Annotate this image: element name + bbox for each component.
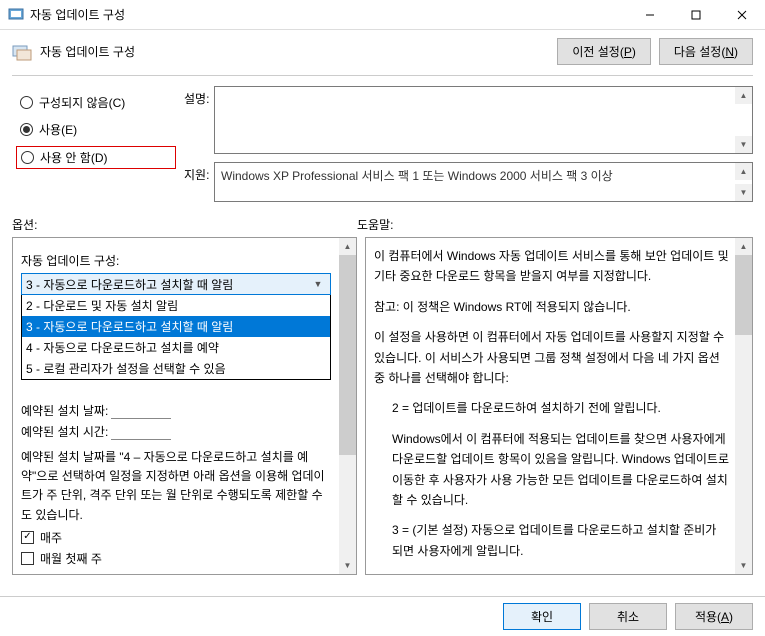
combo-option[interactable]: 2 - 다운로드 및 자동 설치 알림 bbox=[22, 295, 330, 316]
policy-icon bbox=[12, 43, 32, 61]
scroll-up-icon[interactable]: ▲ bbox=[339, 238, 356, 255]
policy-title: 자동 업데이트 구성 bbox=[40, 43, 549, 60]
radio-not-configured[interactable]: 구성되지 않음(C) bbox=[16, 92, 176, 113]
cancel-button[interactable]: 취소 bbox=[589, 603, 667, 630]
options-paragraph: 예약된 설치 날짜를 "4 – 자동으로 다운로드하고 설치를 예약"으로 선택… bbox=[21, 448, 331, 525]
chevron-down-icon: ▼ bbox=[310, 279, 326, 289]
radio-disabled[interactable]: 사용 안 함(D) bbox=[16, 146, 176, 169]
maximize-button[interactable] bbox=[673, 0, 719, 30]
scroll-down-icon[interactable]: ▼ bbox=[735, 557, 752, 574]
separator bbox=[12, 75, 753, 76]
first-week-checkbox-row[interactable]: 매월 첫째 주 bbox=[21, 550, 331, 567]
help-pane: 이 컴퓨터에서 Windows 자동 업데이트 서비스를 통해 보안 업데이트 … bbox=[365, 237, 753, 575]
options-scrollbar[interactable]: ▲ ▼ bbox=[339, 238, 356, 574]
config-combo-list[interactable]: 2 - 다운로드 및 자동 설치 알림 3 - 자동으로 다운로드하고 설치할 … bbox=[21, 295, 331, 380]
next-setting-button[interactable]: 다음 설정(N) bbox=[659, 38, 753, 65]
combo-option[interactable]: 3 - 자동으로 다운로드하고 설치할 때 알림 bbox=[22, 316, 330, 337]
footer: 확인 취소 적용(A) bbox=[0, 596, 765, 636]
scrollbar-thumb[interactable] bbox=[339, 255, 356, 455]
scheduled-time-label: 예약된 설치 시간: bbox=[21, 423, 111, 440]
support-text: Windows XP Professional 서비스 팩 1 또는 Windo… bbox=[215, 163, 752, 188]
combo-option[interactable]: 4 - 자동으로 다운로드하고 설치를 예약 bbox=[22, 337, 330, 358]
close-button[interactable] bbox=[719, 0, 765, 30]
description-label: 설명: bbox=[184, 86, 214, 154]
combo-option[interactable]: 5 - 로컬 관리자가 설정을 선택할 수 있음 bbox=[22, 358, 330, 379]
ok-button[interactable]: 확인 bbox=[503, 603, 581, 630]
minimize-button[interactable] bbox=[627, 0, 673, 30]
config-combo[interactable]: 3 - 자동으로 다운로드하고 설치할 때 알림 ▼ bbox=[21, 273, 331, 295]
scroll-up-icon[interactable]: ▲ bbox=[735, 163, 752, 180]
support-label: 지원: bbox=[184, 162, 214, 202]
description-textarea[interactable]: ▲ ▼ bbox=[214, 86, 753, 154]
scheduled-date-input[interactable] bbox=[111, 403, 171, 419]
checkbox-icon bbox=[21, 531, 34, 544]
help-label: 도움말: bbox=[357, 216, 393, 233]
help-scrollbar[interactable]: ▲ ▼ bbox=[735, 238, 752, 574]
weekly-label: 매주 bbox=[40, 529, 62, 546]
apply-button[interactable]: 적용(A) bbox=[675, 603, 753, 630]
radio-icon bbox=[20, 123, 33, 136]
scheduled-date-label: 예약된 설치 날짜: bbox=[21, 402, 111, 419]
first-week-label: 매월 첫째 주 bbox=[40, 550, 102, 567]
scroll-up-icon[interactable]: ▲ bbox=[735, 238, 752, 255]
radio-icon bbox=[20, 96, 33, 109]
combo-value: 3 - 자동으로 다운로드하고 설치할 때 알림 bbox=[26, 276, 310, 293]
checkbox-icon bbox=[21, 552, 34, 565]
options-pane: 자동 업데이트 구성: 3 - 자동으로 다운로드하고 설치할 때 알림 ▼ 2… bbox=[12, 237, 357, 575]
scroll-down-icon[interactable]: ▼ bbox=[735, 136, 752, 153]
header: 자동 업데이트 구성 이전 설정(P) 다음 설정(N) bbox=[0, 30, 765, 69]
scroll-down-icon[interactable]: ▼ bbox=[339, 557, 356, 574]
options-label: 옵션: bbox=[12, 216, 357, 233]
window-title: 자동 업데이트 구성 bbox=[30, 6, 627, 23]
radio-enabled[interactable]: 사용(E) bbox=[16, 119, 176, 140]
radio-group: 구성되지 않음(C) 사용(E) 사용 안 함(D) bbox=[16, 86, 176, 210]
scheduled-time-input[interactable] bbox=[111, 424, 171, 440]
title-bar: 자동 업데이트 구성 bbox=[0, 0, 765, 30]
app-icon bbox=[8, 7, 24, 23]
scroll-up-icon[interactable]: ▲ bbox=[735, 87, 752, 104]
config-label: 자동 업데이트 구성: bbox=[21, 252, 331, 269]
weekly-checkbox-row[interactable]: 매주 bbox=[21, 529, 331, 546]
scroll-down-icon[interactable]: ▼ bbox=[735, 184, 752, 201]
previous-setting-button[interactable]: 이전 설정(P) bbox=[557, 38, 651, 65]
support-textarea[interactable]: Windows XP Professional 서비스 팩 1 또는 Windo… bbox=[214, 162, 753, 202]
help-text: 이 컴퓨터에서 Windows 자동 업데이트 서비스를 통해 보안 업데이트 … bbox=[366, 238, 752, 574]
radio-icon bbox=[21, 151, 34, 164]
scrollbar-thumb[interactable] bbox=[735, 255, 752, 335]
